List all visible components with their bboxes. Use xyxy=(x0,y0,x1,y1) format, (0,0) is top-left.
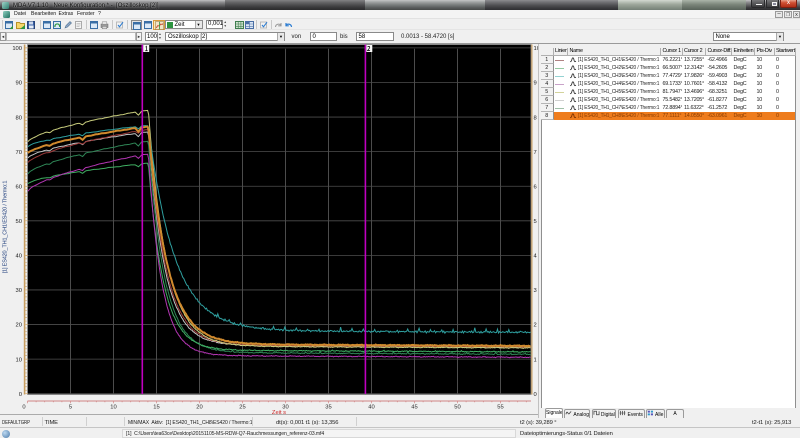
svg-text:20: 20 xyxy=(16,322,22,328)
svg-text:10: 10 xyxy=(16,357,22,363)
svg-text:9: 9 xyxy=(534,80,537,86)
svg-text:0: 0 xyxy=(22,404,25,410)
svg-text:25: 25 xyxy=(239,404,245,410)
svg-text:8: 8 xyxy=(534,115,537,121)
svg-text:40: 40 xyxy=(16,253,22,259)
svg-text:50: 50 xyxy=(16,219,22,225)
svg-text:100: 100 xyxy=(12,46,22,52)
svg-text:55: 55 xyxy=(497,404,503,410)
svg-text:20: 20 xyxy=(196,404,202,410)
svg-text:90: 90 xyxy=(16,80,22,86)
svg-text:7: 7 xyxy=(534,149,537,155)
svg-text:60: 60 xyxy=(16,184,22,190)
svg-text:50: 50 xyxy=(454,404,460,410)
svg-text:0: 0 xyxy=(534,391,537,397)
svg-text:3: 3 xyxy=(534,288,537,294)
svg-text:35: 35 xyxy=(325,404,331,410)
svg-text:45: 45 xyxy=(411,404,417,410)
svg-text:10: 10 xyxy=(110,404,116,410)
svg-text:40: 40 xyxy=(368,404,374,410)
svg-text:0: 0 xyxy=(19,391,22,397)
svg-text:6: 6 xyxy=(534,184,537,190)
svg-text:5: 5 xyxy=(69,404,72,410)
svg-text:1: 1 xyxy=(534,357,537,363)
svg-text:5: 5 xyxy=(534,219,537,225)
svg-text:70: 70 xyxy=(16,149,22,155)
svg-text:2: 2 xyxy=(534,322,537,328)
svg-text:15: 15 xyxy=(153,404,159,410)
svg-text:80: 80 xyxy=(16,115,22,121)
svg-text:[1] ES420_TH1_CH1\ES420 / Ther: [1] ES420_TH1_CH1\ES420 / Thermo:1 xyxy=(3,180,9,273)
svg-text:30: 30 xyxy=(16,288,22,294)
